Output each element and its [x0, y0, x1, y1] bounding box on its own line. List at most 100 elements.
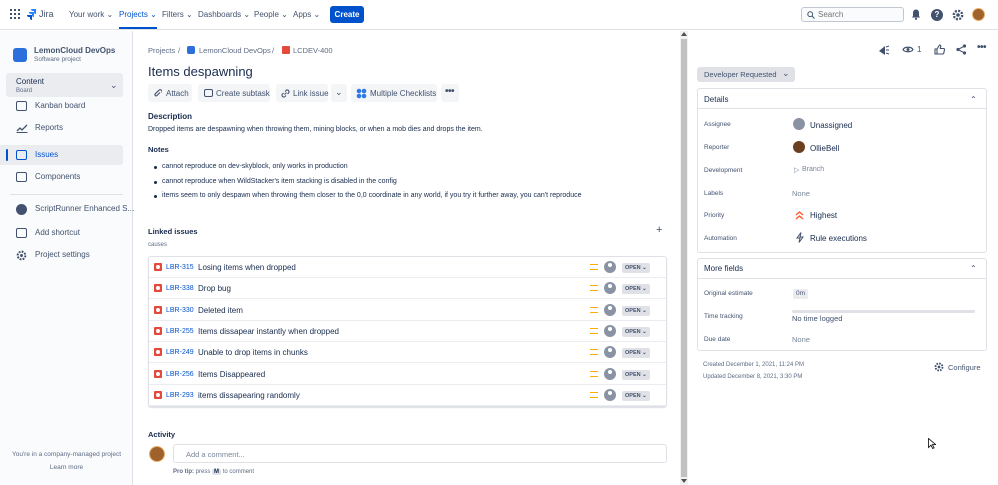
project-name[interactable]: LemonCloud DevOps [34, 46, 115, 55]
issue-title[interactable]: Items despawning [148, 64, 253, 79]
linked-issue-row[interactable]: LBR-293 items dissapearing randomly OPEN ⌄ [149, 385, 666, 406]
sidebar-item-project-settings[interactable]: Project settings [0, 245, 123, 265]
sidebar-item-scriptrunner[interactable]: ScriptRunner Enhanced S... [0, 199, 134, 219]
sidebar-item-kanban-board[interactable]: Kanban board [0, 96, 123, 116]
issue-summary[interactable]: Unable to drop items in chunks [198, 348, 308, 357]
sidebar-item-reports[interactable]: Reports [0, 118, 123, 138]
app-switcher-icon[interactable] [10, 9, 20, 19]
more-fields-heading[interactable]: More fields [704, 264, 743, 273]
add-linked-issue-icon[interactable]: + [656, 224, 662, 236]
share-icon[interactable] [956, 44, 967, 55]
create-subtask-button[interactable]: Create subtask [198, 84, 270, 102]
automation-value[interactable]: Rule executions [810, 234, 867, 243]
issue-key-link[interactable]: LBR-249 [166, 349, 194, 356]
scrollbar-thumb[interactable] [681, 39, 687, 477]
status-badge[interactable]: OPEN ⌄ [622, 263, 650, 273]
breadcrumb-project[interactable]: LemonCloud DevOps [199, 46, 271, 55]
notifications-icon[interactable] [911, 9, 921, 20]
scroll-down-arrow[interactable] [681, 479, 687, 483]
help-icon[interactable]: ? [931, 9, 943, 21]
assignee-avatar[interactable] [604, 367, 616, 380]
link-issue-dropdown[interactable]: ⌄ [331, 84, 347, 102]
issue-key-link[interactable]: LBR-255 [166, 328, 194, 335]
assignee-value[interactable]: Unassigned [810, 121, 852, 130]
search-box[interactable] [801, 7, 904, 22]
issue-key-link[interactable]: LBR-330 [166, 307, 194, 314]
status-badge[interactable]: OPEN ⌄ [622, 390, 650, 401]
more-icon[interactable]: ••• [977, 42, 987, 53]
assignee-avatar[interactable] [604, 346, 616, 359]
nav-filters[interactable]: Filters ⌄ [162, 10, 193, 19]
nav-people[interactable]: People ⌄ [254, 10, 288, 19]
linked-issue-row[interactable]: LBR-315 Losing items when dropped OPEN ⌄ [149, 257, 666, 278]
nav-your-work[interactable]: Your work ⌄ [69, 10, 113, 19]
priority-medium-icon [590, 306, 598, 313]
issue-summary[interactable]: items dissapearing randomly [198, 391, 300, 400]
multiple-checklists-button[interactable]: Multiple Checklists [351, 84, 437, 102]
nav-dashboards[interactable]: Dashboards ⌄ [198, 10, 250, 19]
sidebar-item-add-shortcut[interactable]: Add shortcut [0, 223, 123, 243]
collapse-icon[interactable]: ⌃ [970, 95, 977, 104]
assignee-avatar[interactable] [604, 324, 616, 337]
link-issue-button[interactable]: Link issue [276, 84, 329, 102]
like-icon[interactable] [934, 44, 945, 55]
nav-apps[interactable]: Apps ⌄ [293, 10, 320, 19]
assignee-avatar[interactable] [604, 261, 616, 273]
labels-value[interactable]: None [792, 189, 810, 198]
bug-icon [154, 284, 162, 293]
status-badge[interactable]: OPEN ⌄ [622, 369, 650, 380]
priority-value[interactable]: Highest [810, 211, 837, 220]
issue-summary[interactable]: Items Disappeared [198, 370, 265, 379]
attach-button[interactable]: Attach [148, 84, 192, 102]
comment-box[interactable]: Add a comment... [173, 444, 667, 463]
assignee-avatar[interactable] [604, 388, 616, 401]
search-input[interactable] [818, 10, 898, 19]
issue-summary[interactable]: Drop bug [198, 284, 231, 293]
estimate-value[interactable]: 0m [793, 289, 809, 299]
main-scrollbar[interactable] [680, 31, 688, 485]
learn-more-link[interactable]: Learn more [0, 464, 133, 471]
issue-key-link[interactable]: LBR-315 [166, 264, 194, 271]
jira-logo-icon [27, 9, 36, 20]
create-button[interactable]: Create [330, 6, 364, 23]
collapse-icon[interactable]: ⌃ [970, 264, 977, 273]
linked-issue-row[interactable]: LBR-256 Items Disappeared OPEN ⌄ [149, 364, 666, 385]
linked-issue-row[interactable]: LBR-330 Deleted item OPEN ⌄ [149, 300, 666, 321]
issue-key-link[interactable]: LBR-256 [166, 371, 194, 378]
settings-icon[interactable] [952, 9, 964, 21]
sidebar-item-issues[interactable]: Issues [0, 145, 123, 165]
due-date-value[interactable]: None [792, 335, 810, 344]
development-value[interactable]: Branch [802, 166, 824, 173]
user-avatar[interactable] [972, 8, 985, 21]
more-actions-button[interactable]: ••• [441, 84, 459, 102]
status-badge[interactable]: OPEN ⌄ [622, 284, 650, 295]
link-icon [281, 89, 290, 98]
issue-summary[interactable]: Items dissapear instantly when dropped [198, 327, 339, 336]
issue-summary[interactable]: Losing items when dropped [198, 263, 296, 272]
issues-icon [16, 150, 27, 160]
linked-issue-row[interactable]: LBR-249 Unable to drop items in chunks OPE… [149, 342, 666, 364]
description-text[interactable]: Dropped items are despawning when throwi… [148, 126, 483, 133]
time-tracking-bar[interactable] [792, 310, 975, 313]
assignee-avatar[interactable] [604, 303, 616, 316]
status-badge[interactable]: OPEN ⌄ [622, 326, 650, 337]
feedback-icon[interactable] [878, 44, 890, 55]
breadcrumb-projects[interactable]: Projects [148, 46, 175, 55]
reporter-value[interactable]: OllieBell [810, 144, 839, 153]
development-label: Development [704, 167, 743, 174]
breadcrumb-issue-key[interactable]: LCDEV-400 [293, 46, 333, 55]
linked-issue-row[interactable]: LBR-338 Drop bug OPEN ⌄ [149, 278, 666, 300]
nav-projects[interactable]: Projects ⌄ [119, 10, 157, 29]
linked-issue-row[interactable]: LBR-255 Items dissapear instantly when dr… [149, 321, 666, 342]
status-badge[interactable]: OPEN ⌄ [622, 305, 650, 316]
details-heading[interactable]: Details [704, 95, 728, 104]
issue-key-link[interactable]: LBR-293 [166, 392, 194, 399]
status-dropdown[interactable]: Developer Requested ⌄ [697, 67, 795, 82]
status-badge[interactable]: OPEN ⌄ [622, 348, 650, 359]
issue-key-link[interactable]: LBR-338 [166, 285, 194, 292]
sidebar-item-components[interactable]: Components [0, 167, 123, 187]
scroll-up-arrow[interactable] [681, 32, 687, 36]
content-section[interactable]: Content Board ⌄ [6, 73, 123, 97]
issue-summary[interactable]: Deleted item [198, 306, 243, 315]
assignee-avatar[interactable] [604, 282, 616, 295]
